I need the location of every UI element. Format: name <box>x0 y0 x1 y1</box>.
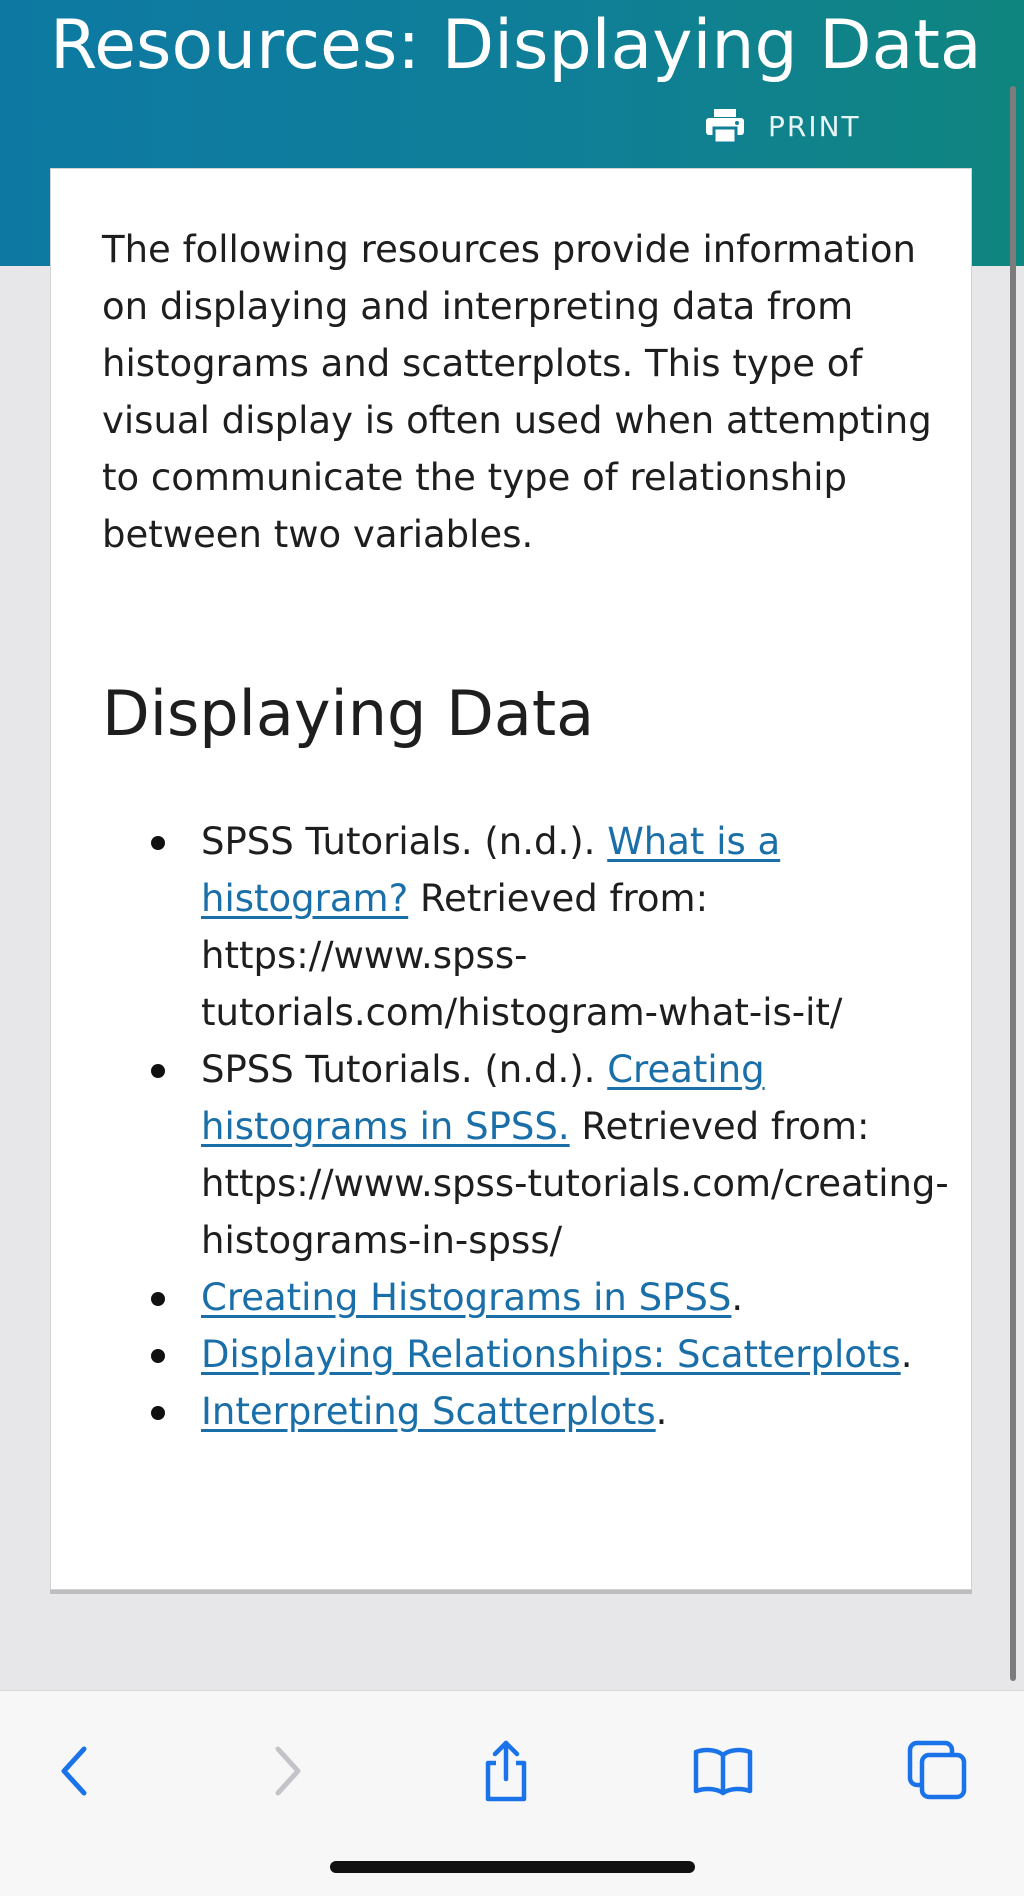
bullet-icon <box>151 1292 165 1306</box>
tabs-button[interactable] <box>898 1731 978 1811</box>
list-item: Creating Histograms in SPSS. <box>151 1269 961 1326</box>
bullet-icon <box>151 1349 165 1363</box>
page-title: Resources: Displaying Data <box>50 6 982 85</box>
intro-paragraph: The following resources provide informat… <box>102 228 932 556</box>
citation-text: SPSS Tutorials. (n.d.). <box>201 1048 608 1091</box>
resource-link-displaying-relationships-scatterplots[interactable]: Displaying Relationships: Scatterplots <box>201 1333 901 1376</box>
printer-icon <box>706 109 744 145</box>
browser-toolbar <box>0 1690 1024 1896</box>
bullet-icon <box>151 836 165 850</box>
list-item: Interpreting Scatterplots. <box>151 1383 961 1440</box>
back-icon <box>61 1746 87 1796</box>
forward-icon <box>275 1746 301 1796</box>
share-button[interactable] <box>466 1731 546 1811</box>
print-button[interactable]: PRINT <box>704 104 861 148</box>
list-item: Displaying Relationships: Scatterplots. <box>151 1326 961 1383</box>
citation-text: . <box>900 1333 913 1376</box>
tabs-icon <box>907 1740 967 1800</box>
resource-link-interpreting-scatterplots[interactable]: Interpreting Scatterplots <box>201 1390 656 1433</box>
home-indicator <box>330 1861 695 1873</box>
resource-link-creating-histograms-in-spss[interactable]: Creating Histograms in SPSS <box>201 1276 731 1319</box>
share-icon <box>485 1740 527 1802</box>
forward-button[interactable] <box>248 1731 328 1811</box>
bullet-icon <box>151 1406 165 1420</box>
bookmarks-button[interactable] <box>683 1731 763 1811</box>
resource-list: SPSS Tutorials. (n.d.). What is a histog… <box>151 813 961 1440</box>
content-card: The following resources provide informat… <box>50 168 972 1590</box>
bullet-icon <box>151 1064 165 1078</box>
citation-text: . <box>655 1390 668 1433</box>
scrollbar[interactable] <box>1010 86 1016 1681</box>
citation-text: . <box>731 1276 744 1319</box>
print-label: PRINT <box>768 109 861 143</box>
citation-text: SPSS Tutorials. (n.d.). <box>201 820 608 863</box>
back-button[interactable] <box>34 1731 114 1811</box>
section-heading: Displaying Data <box>102 677 595 750</box>
bookmarks-icon <box>693 1747 753 1796</box>
list-item: SPSS Tutorials. (n.d.). Creating histogr… <box>151 1041 961 1269</box>
list-item: SPSS Tutorials. (n.d.). What is a histog… <box>151 813 961 1041</box>
